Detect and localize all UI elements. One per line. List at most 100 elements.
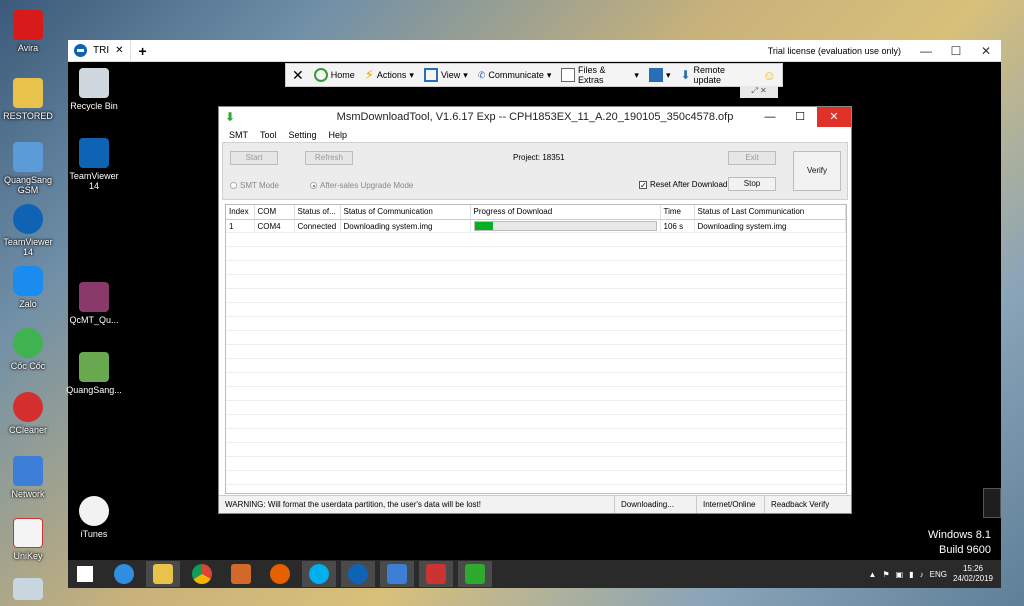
tab-remote-session[interactable]: TRI ✕ [68,39,131,62]
taskbar-remote[interactable] [380,561,414,587]
flag-icon[interactable]: ⚑ [882,570,889,579]
desktop-icon-restored[interactable]: RESTORED [0,78,56,121]
control-panel: Start Refresh Project: 18351 Exit Verify… [222,142,848,200]
radio-smt-mode[interactable]: SMT Mode [230,181,279,190]
desktop-icon-recycle[interactable] [0,578,56,603]
laptop-icon [13,142,43,172]
close-button[interactable]: ✕ [817,107,851,127]
desktop-icon-label: Network [11,489,45,499]
teamviewer-side-handle[interactable] [983,488,1001,518]
folder-icon [13,78,43,108]
desktop-icon-teamviewer[interactable]: TeamViewer 14 [0,204,56,257]
device-icon[interactable]: ▣ [896,570,904,579]
lightning-icon: ⚡ [364,67,374,82]
desktop-icon-network[interactable]: Network [0,456,56,499]
desktop-icon-recycle-bin[interactable]: Recycle Bin [64,68,124,111]
start-button[interactable] [68,561,102,587]
column-header[interactable]: Index [226,205,255,220]
menu-smt[interactable]: SMT [229,130,248,140]
taskbar-paint[interactable] [224,561,258,587]
stop-button[interactable]: Stop [728,177,776,191]
taskbar-skype[interactable] [302,561,336,587]
verify-button[interactable]: Verify [793,151,841,191]
column-header[interactable]: Status of Last Communication [694,205,846,220]
refresh-button[interactable]: Refresh [305,151,353,165]
chevron-down-icon: ▾ [463,69,468,80]
home-button[interactable]: Home [313,68,355,82]
files-extras-menu[interactable]: Files & Extras ▾ [561,65,639,85]
msm-titlebar: ⬇ MsmDownloadTool, V1.6.17 Exp -- CPH185… [219,107,851,127]
column-header[interactable]: Progress of Download [470,205,661,220]
remote-update-button[interactable]: ⬇ Remote update [680,65,752,85]
maximize-button[interactable]: ☐ [785,107,815,127]
column-header[interactable]: COM [254,205,295,220]
desktop-icon-avira[interactable]: Avira [0,10,56,53]
folder-icon [153,564,173,584]
chrome-icon [192,564,212,584]
windows-icon [77,566,93,582]
system-tray: ▲ ⚑ ▣ ▮ ♪ ENG 15:26 24/02/2019 [869,564,1001,584]
windows-icon [648,68,663,82]
maximize-button[interactable]: ☐ [941,44,971,58]
radio-aftersales-mode[interactable]: After-sales Upgrade Mode [310,181,413,190]
remote-desktop-icon [387,564,407,584]
minimize-button[interactable]: — [755,107,785,127]
actions-menu[interactable]: ⚡ Actions ▾ [365,67,414,83]
desktop-icon-unikey[interactable]: UniKey [0,518,56,561]
column-header[interactable]: Status of... [294,205,341,220]
desktop-icon-teamviewer[interactable]: TeamViewer 14 [64,138,124,191]
desktop-icon-qcmt[interactable]: QcMT_Qu... [64,282,124,325]
desktop-icon-zalo[interactable]: Zalo [0,266,56,309]
phone-icon: ✆ [477,69,486,80]
reset-after-download-checkbox[interactable]: ✓ Reset After Download [639,180,727,189]
desktop-icon-label: Zalo [19,299,37,309]
menu-setting[interactable]: Setting [289,130,317,140]
desktop-icon-quangsang[interactable]: QuangSang... [64,352,124,395]
taskbar-msm[interactable] [458,561,492,587]
new-tab-button[interactable]: + [139,43,147,59]
desktop-icon-label: QuangSang GSM [3,175,53,195]
desktop-icon-coccoc[interactable]: Cốc Cốc [0,328,56,371]
taskbar-firefox[interactable] [263,561,297,587]
cell-time: 106 s [660,219,695,233]
start-button[interactable]: Start [230,151,278,165]
feedback-button[interactable]: ☺ [763,68,776,83]
menu-help[interactable]: Help [329,130,348,140]
taskbar-photos[interactable] [419,561,453,587]
close-session-button[interactable]: ✕ [292,67,304,84]
minimize-button[interactable]: — [911,44,941,58]
volume-icon[interactable]: ♪ [920,570,924,579]
taskbar-teamviewer[interactable] [341,561,375,587]
close-button[interactable]: ✕ [971,44,1001,58]
windows-menu[interactable]: ▾ [648,68,670,82]
tray-expand-icon[interactable]: ▲ [869,570,877,579]
desktop-icon-quangsang[interactable]: QuangSang GSM [0,142,56,195]
clock[interactable]: 15:26 24/02/2019 [953,564,993,584]
taskbar-chrome[interactable] [185,561,219,587]
table-row[interactable]: 1 COM4 Connected Downloading system.img … [226,219,846,233]
desktop-icon-label: CCleaner [8,425,48,435]
column-header[interactable]: Status of Communication [340,205,471,220]
cell-index: 1 [226,219,255,233]
toolbar-mini-controls[interactable]: ⤢ ✕ [740,86,778,98]
taskbar-ie[interactable] [107,561,141,587]
firefox-icon [270,564,290,584]
menu-bar: SMT Tool Setting Help [219,127,851,142]
close-icon[interactable]: ✕ [115,45,123,56]
signal-icon[interactable]: ▮ [909,570,913,579]
taskbar-explorer[interactable] [146,561,180,587]
teamviewer-remote-window: TRI ✕ + Trial license (evaluation use on… [66,39,1001,588]
status-warning: WARNING: Will format the userdata partit… [219,496,615,513]
view-menu[interactable]: View ▾ [423,68,468,82]
windows-watermark: Windows 8.1 Build 9600 [928,529,991,556]
exit-button[interactable]: Exit [728,151,776,165]
desktop-icon-itunes[interactable]: iTunes [64,496,124,539]
column-header[interactable]: Time [660,205,695,220]
desktop-icon-ccleaner[interactable]: CCleaner [0,392,56,435]
language-indicator[interactable]: ENG [930,570,947,579]
msm-download-tool-window: ⬇ MsmDownloadTool, V1.6.17 Exp -- CPH185… [218,106,852,514]
menu-tool[interactable]: Tool [260,130,277,140]
chevron-down-icon: ▾ [634,69,639,80]
files-icon [561,68,575,82]
communicate-menu[interactable]: ✆ Communicate ▾ [478,70,552,81]
